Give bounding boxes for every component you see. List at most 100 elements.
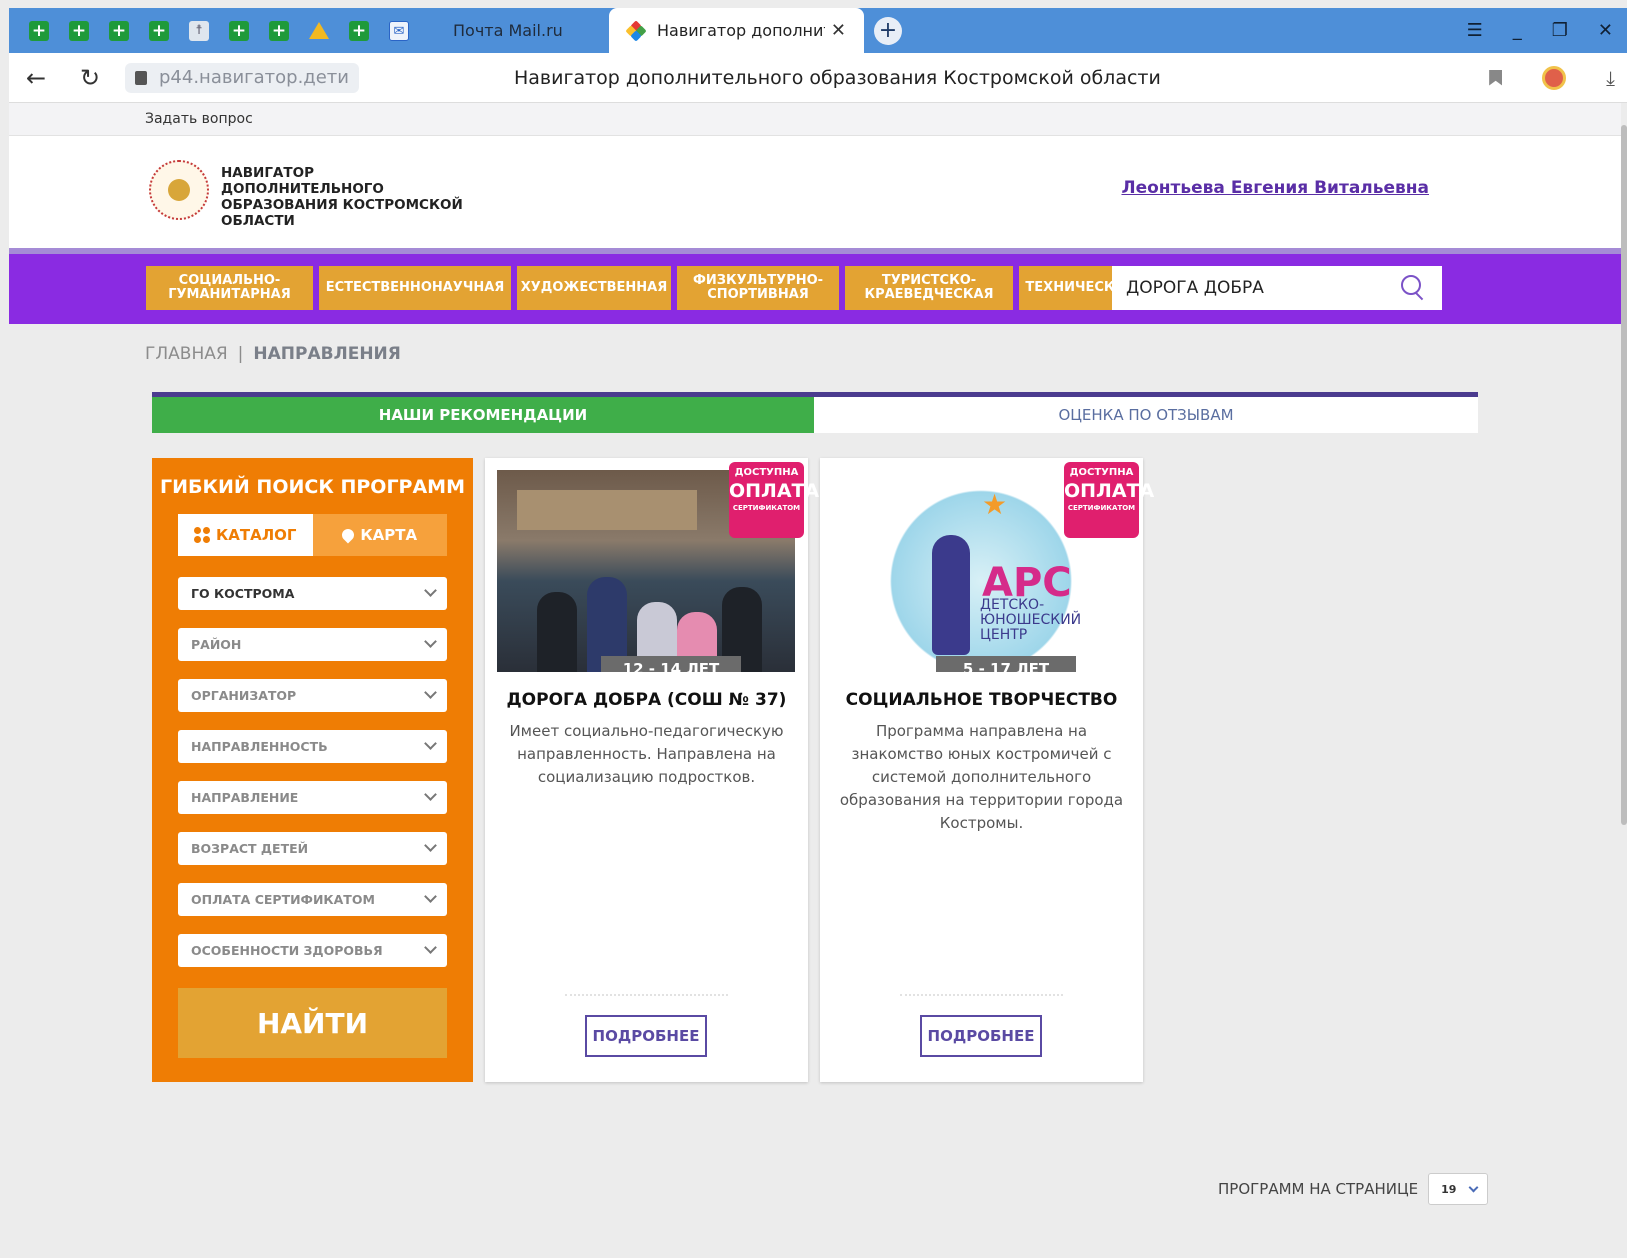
menu-icon[interactable]: ☰ bbox=[1467, 20, 1483, 41]
chevron-down-icon bbox=[424, 635, 437, 648]
site-favicon-icon: + bbox=[69, 20, 89, 41]
map-toggle[interactable]: КАРТА bbox=[313, 514, 448, 556]
find-button[interactable]: НАЙТИ bbox=[178, 988, 447, 1058]
pinned-tab[interactable]: + bbox=[99, 8, 139, 53]
tab-reviews[interactable]: ОЦЕНКА ПО ОТЗЫВАМ bbox=[814, 397, 1478, 433]
grid-icon bbox=[194, 527, 210, 543]
category-sport[interactable]: ФИЗКУЛЬТУРНО-СПОРТИВНАЯ bbox=[677, 266, 839, 310]
per-page-control: ПРОГРАММ НА СТРАНИЦЕ 19 bbox=[1218, 1173, 1489, 1205]
select-value: ОСОБЕННОСТИ ЗДОРОВЬЯ bbox=[191, 943, 383, 958]
focus-select[interactable]: НАПРАВЛЕННОСТЬ bbox=[178, 730, 447, 763]
chevron-down-icon bbox=[424, 737, 437, 750]
tab-recommendations[interactable]: НАШИ РЕКОМЕНДАЦИИ bbox=[152, 397, 814, 433]
window-controls: ☰ _ ❐ ✕ bbox=[1467, 20, 1627, 41]
pinned-tab[interactable]: + bbox=[339, 8, 379, 53]
direction-select[interactable]: НАПРАВЛЕНИЕ bbox=[178, 781, 447, 814]
pinned-tab[interactable]: ☨ bbox=[179, 8, 219, 53]
tab-navigator[interactable]: Навигатор дополнител ✕ bbox=[609, 8, 864, 53]
breadcrumb: ГЛАВНАЯ | НАПРАВЛЕНИЯ bbox=[145, 344, 401, 364]
chevron-down-icon bbox=[424, 788, 437, 801]
badge-line: ОПЛАТА bbox=[729, 480, 820, 502]
ask-bar: Задать вопрос bbox=[9, 103, 1621, 136]
per-page-select[interactable]: 19 bbox=[1428, 1173, 1489, 1205]
chevron-down-icon bbox=[424, 839, 437, 852]
minimize-icon[interactable]: _ bbox=[1513, 20, 1522, 41]
details-button[interactable]: ПОДРОБНЕЕ bbox=[920, 1015, 1042, 1057]
mail-favicon-icon: ✉ bbox=[389, 20, 409, 41]
pinned-tab[interactable] bbox=[299, 8, 339, 53]
site-favicon-icon: + bbox=[29, 20, 49, 41]
search-value: ДОРОГА ДОБРА bbox=[1126, 278, 1264, 298]
program-description: Программа направлена на знакомство юных … bbox=[839, 722, 1124, 832]
pinned-tab[interactable]: + bbox=[259, 8, 299, 53]
drive-favicon-icon bbox=[309, 22, 329, 39]
health-features-select[interactable]: ОСОБЕННОСТИ ЗДОРОВЬЯ bbox=[178, 934, 447, 967]
program-title[interactable]: СОЦИАЛЬНОЕ ТВОРЧЕСТВО bbox=[820, 690, 1143, 710]
child-silhouette bbox=[932, 535, 970, 655]
site-favicon-icon: + bbox=[109, 20, 129, 41]
category-bar: СОЦИАЛЬНО-ГУМАНИТАРНАЯ ЕСТЕСТВЕННОНАУЧНА… bbox=[9, 248, 1621, 324]
reload-button[interactable]: ↻ bbox=[63, 64, 117, 92]
scrollbar[interactable] bbox=[1621, 125, 1627, 825]
badge-line: СЕРТИФИКАТОМ bbox=[1067, 504, 1136, 512]
url-text: p44.навигатор.дети bbox=[159, 67, 349, 88]
browser-tab-strip: + + + + ☨ + + + ✉ Почта Mail.ru Навигато… bbox=[9, 8, 1627, 53]
map-pin-icon bbox=[339, 526, 357, 544]
new-tab-button[interactable]: + bbox=[874, 16, 902, 45]
navigator-favicon-icon bbox=[625, 19, 647, 42]
certificate-badge: ДОСТУПНА ОПЛАТА СЕРТИФИКАТОМ bbox=[1064, 462, 1155, 538]
site-favicon-icon: + bbox=[349, 20, 369, 41]
download-icon[interactable]: ⤓ bbox=[1606, 66, 1615, 90]
badge-line: ОПЛАТА bbox=[1064, 480, 1155, 502]
municipality-select[interactable]: ГО КОСТРОМА bbox=[178, 577, 447, 610]
user-profile-link[interactable]: Леонтьева Евгения Витальевна bbox=[1121, 178, 1429, 198]
pinned-tab[interactable]: + bbox=[139, 8, 179, 53]
category-science[interactable]: ЕСТЕСТВЕННОНАУЧНАЯ bbox=[319, 266, 511, 310]
per-page-value: 19 bbox=[1441, 1182, 1457, 1196]
pinned-tab[interactable]: + bbox=[219, 8, 259, 53]
restore-icon[interactable]: ❐ bbox=[1552, 20, 1568, 41]
breadcrumb-home[interactable]: ГЛАВНАЯ bbox=[145, 344, 228, 364]
category-art[interactable]: ХУДОЖЕСТВЕННАЯ bbox=[517, 266, 671, 310]
pinned-tab[interactable]: + bbox=[19, 8, 59, 53]
extension-icon[interactable] bbox=[1542, 65, 1567, 90]
pinned-tab[interactable]: ✉ bbox=[379, 8, 419, 53]
bookmark-icon[interactable] bbox=[1489, 69, 1503, 86]
close-tab-icon[interactable]: ✕ bbox=[831, 20, 846, 41]
divider bbox=[900, 988, 1063, 996]
logo-subtext: ДЕТСКО-ЮНОШЕСКИЙ ЦЕНТР bbox=[980, 597, 1082, 643]
breadcrumb-separator: | bbox=[237, 344, 244, 364]
search-icon[interactable] bbox=[1400, 274, 1428, 302]
tab-mail[interactable]: Почта Mail.ru bbox=[419, 8, 609, 53]
site-favicon-icon: + bbox=[269, 20, 289, 41]
organizer-select[interactable]: ОРГАНИЗАТОР bbox=[178, 679, 447, 712]
address-bar-actions: ⤓ bbox=[1489, 65, 1627, 90]
address-bar: ← ↻ p44.навигатор.дети Навигатор дополни… bbox=[9, 53, 1627, 103]
back-button[interactable]: ← bbox=[9, 64, 63, 92]
details-button[interactable]: ПОДРОБНЕЕ bbox=[585, 1015, 707, 1057]
search-input[interactable]: ДОРОГА ДОБРА bbox=[1112, 266, 1442, 310]
program-title[interactable]: ДОРОГА ДОБРА (СОШ № 37) bbox=[485, 690, 808, 710]
ask-question-link[interactable]: Задать вопрос bbox=[145, 111, 253, 127]
site-header: НАВИГАТОР ДОПОЛНИТЕЛЬНОГО ОБРАЗОВАНИЯ КО… bbox=[9, 136, 1621, 248]
url-field[interactable]: p44.навигатор.дети bbox=[125, 62, 359, 93]
tab-label: Почта Mail.ru bbox=[453, 21, 563, 40]
pinned-tab[interactable]: + bbox=[59, 8, 99, 53]
photo-figure bbox=[537, 592, 577, 672]
catalog-toggle[interactable]: КАТАЛОГ bbox=[178, 514, 313, 556]
badge-line: ДОСТУПНА bbox=[1069, 467, 1134, 478]
category-tourism[interactable]: ТУРИСТСКО-КРАЕВЕДЧЕСКАЯ bbox=[845, 266, 1013, 310]
lock-icon bbox=[135, 70, 147, 85]
star-icon: ★ bbox=[982, 488, 1008, 521]
select-value: НАПРАВЛЕННОСТЬ bbox=[191, 739, 328, 754]
site-brand[interactable]: НАВИГАТОР ДОПОЛНИТЕЛЬНОГО ОБРАЗОВАНИЯ КО… bbox=[221, 165, 481, 229]
district-select[interactable]: РАЙОН bbox=[178, 628, 447, 661]
category-social[interactable]: СОЦИАЛЬНО-ГУМАНИТАРНАЯ bbox=[146, 266, 313, 310]
program-card: ★ АРС ДЕТСКО-ЮНОШЕСКИЙ ЦЕНТР 5 - 17 ЛЕТ … bbox=[820, 458, 1155, 1082]
emblem-logo[interactable] bbox=[149, 160, 209, 220]
age-select[interactable]: ВОЗРАСТ ДЕТЕЙ bbox=[178, 832, 447, 865]
close-window-icon[interactable]: ✕ bbox=[1598, 20, 1613, 41]
badge-line: ДОСТУПНА bbox=[734, 467, 799, 478]
select-value: ВОЗРАСТ ДЕТЕЙ bbox=[191, 841, 309, 856]
certificate-payment-select[interactable]: ОПЛАТА СЕРТИФИКАТОМ bbox=[178, 883, 447, 916]
